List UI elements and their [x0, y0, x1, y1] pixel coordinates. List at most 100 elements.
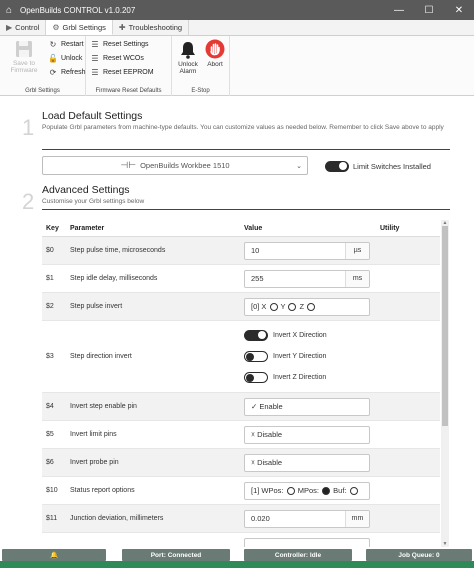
reset-settings-button[interactable]: ☰ Reset Settings: [90, 40, 149, 49]
vertical-scrollbar[interactable]: ▲ ▼: [441, 220, 449, 547]
y-radio[interactable]: [288, 303, 297, 311]
table-row: $4 Invert step enable pin ✓ Enable: [42, 393, 440, 421]
section-title: Load Default Settings: [42, 110, 143, 122]
value-input[interactable]: 10 µs: [244, 241, 370, 260]
enable-select[interactable]: ✓ Enable: [244, 397, 370, 416]
row-parameter: Junction deviation, millimeters: [70, 515, 164, 522]
status-report-select[interactable]: [1] WPos: MPos: Buf:: [244, 481, 370, 500]
y-label: Y: [280, 301, 286, 311]
machine-type-select[interactable]: ⊣⊢ OpenBuilds Workbee 1510 ⌄: [42, 156, 308, 175]
maximize-button[interactable]: ☐: [414, 5, 444, 16]
table-row: [42, 533, 440, 547]
z-radio[interactable]: [307, 303, 316, 311]
buf-radio[interactable]: [349, 487, 358, 495]
unit-label: mm: [345, 510, 369, 527]
input-value: 10: [251, 246, 260, 255]
controller-status[interactable]: Controller: Idle: [244, 549, 352, 561]
toggle-switch[interactable]: [325, 161, 349, 172]
reset-wcos-button[interactable]: ☰ Reset WCOs: [90, 54, 144, 63]
row-parameter: Step idle delay, milliseconds: [70, 275, 158, 282]
row-key: $10: [46, 487, 58, 494]
save-to-firmware-button[interactable]: Save to Firmware: [4, 40, 44, 74]
restart-button[interactable]: ↻ Restart: [48, 40, 84, 49]
tab-label: Control: [15, 23, 40, 32]
tab-label: Grbl Settings: [62, 22, 106, 32]
disable-select[interactable]: ☓ Disable: [244, 425, 370, 444]
gear-icon: ⚙: [52, 22, 60, 32]
ribbon-group-grbl: Save to Firmware ↻ Restart 🔓 Unlock ⟳ Re…: [0, 36, 86, 96]
close-button[interactable]: ✕: [444, 5, 474, 16]
table-row: $2 Step pulse invert [0] X Y Z: [42, 293, 440, 321]
row-key: $11: [46, 515, 58, 522]
table-row: $5 Invert limit pins ☓ Disable: [42, 421, 440, 449]
row-parameter: Invert probe pin: [70, 459, 119, 466]
wpos-radio[interactable]: [286, 487, 295, 495]
bell-icon: 🔔: [49, 552, 59, 559]
ribbon-group-estop: Unlock Alarm Abort E-Stop: [172, 36, 230, 96]
reset-settings-label: Reset Settings: [103, 41, 149, 48]
invert-x-toggle[interactable]: Invert X Direction: [244, 325, 380, 346]
row-key: $0: [46, 247, 54, 254]
unit-label: µs: [345, 242, 369, 259]
unlock-button[interactable]: 🔓 Unlock: [48, 54, 82, 63]
home-icon[interactable]: ⌂: [2, 5, 16, 16]
x-radio[interactable]: [269, 303, 278, 311]
mpos-radio[interactable]: [322, 487, 331, 495]
row-key: $1: [46, 275, 54, 282]
toggle-switch[interactable]: [244, 372, 268, 383]
table-row: $0 Step pulse time, microseconds 10 µs: [42, 237, 440, 265]
step-pulse-invert-select[interactable]: [0] X Y Z: [244, 297, 370, 316]
window-title: OpenBuilds CONTROL v1.0.207: [20, 5, 136, 15]
list-icon: ☰: [91, 54, 99, 63]
table-row: $1 Step idle delay, milliseconds 255 ms: [42, 265, 440, 293]
invert-z-toggle[interactable]: Invert Z Direction: [244, 367, 380, 388]
step-number: 1: [22, 115, 35, 140]
input-value: 0.020: [251, 514, 270, 523]
value-input[interactable]: 255 ms: [244, 269, 370, 288]
restart-label: Restart: [61, 41, 84, 48]
row-key: $4: [46, 403, 54, 410]
disable-select[interactable]: ☓ Disable: [244, 453, 370, 472]
unlock-icon: 🔓: [48, 54, 58, 63]
tab-grbl-settings[interactable]: ⚙ Grbl Settings: [46, 20, 113, 35]
job-queue-status[interactable]: Job Queue: 0: [366, 549, 472, 561]
reset-wcos-label: Reset WCOs: [103, 55, 144, 62]
main-tabs: ▶ Control ⚙ Grbl Settings ✚ Troubleshoot…: [0, 20, 474, 36]
buf-label: Buf:: [333, 485, 347, 495]
abort-button[interactable]: Abort: [202, 39, 228, 68]
row-key: $3: [46, 353, 54, 360]
toggle-switch[interactable]: [244, 351, 268, 362]
port-status[interactable]: Port: Connected: [122, 549, 230, 561]
machine-icon: ⊣⊢: [120, 160, 137, 170]
invert-y-toggle[interactable]: Invert Y Direction: [244, 346, 380, 367]
refresh-button[interactable]: ⟳ Refresh: [48, 68, 86, 77]
tab-control[interactable]: ▶ Control: [0, 20, 47, 35]
minimize-button[interactable]: —: [384, 5, 414, 16]
alarm-status[interactable]: 🔔: [2, 549, 106, 561]
scroll-thumb[interactable]: [442, 226, 448, 426]
reset-eeprom-button[interactable]: ☰ Reset EEPROM: [90, 68, 154, 77]
play-icon: ▶: [6, 23, 13, 32]
status-indicator-strip: [0, 561, 474, 568]
unlock-alarm-button[interactable]: Unlock Alarm: [174, 41, 202, 75]
row-key: $5: [46, 431, 54, 438]
toggle-switch[interactable]: [244, 330, 268, 341]
settings-content: 1 Load Default Settings Populate Grbl pa…: [0, 97, 474, 547]
limit-switches-toggle[interactable]: Limit Switches Installed: [325, 161, 431, 172]
abort-label: Abort: [207, 61, 223, 68]
tab-label: Troubleshooting: [128, 23, 183, 32]
table-row: $6 Invert probe pin ☓ Disable: [42, 449, 440, 477]
tab-troubleshooting[interactable]: ✚ Troubleshooting: [113, 20, 190, 35]
select-value: ☓ Disable: [251, 430, 283, 439]
reset-eeprom-label: Reset EEPROM: [103, 69, 154, 76]
unlock-label: Unlock: [61, 55, 83, 62]
row-parameter: Invert limit pins: [70, 431, 117, 438]
value-input[interactable]: [244, 537, 370, 547]
group-label: Grbl Settings: [25, 88, 60, 94]
stop-hand-icon: [205, 39, 225, 59]
refresh-label: Refresh: [61, 69, 86, 76]
input-value: 255: [251, 274, 264, 283]
mpos-label: MPos:: [297, 485, 319, 495]
mask-value: [1] WPos:: [251, 485, 284, 495]
value-input[interactable]: 0.020 mm: [244, 509, 370, 528]
